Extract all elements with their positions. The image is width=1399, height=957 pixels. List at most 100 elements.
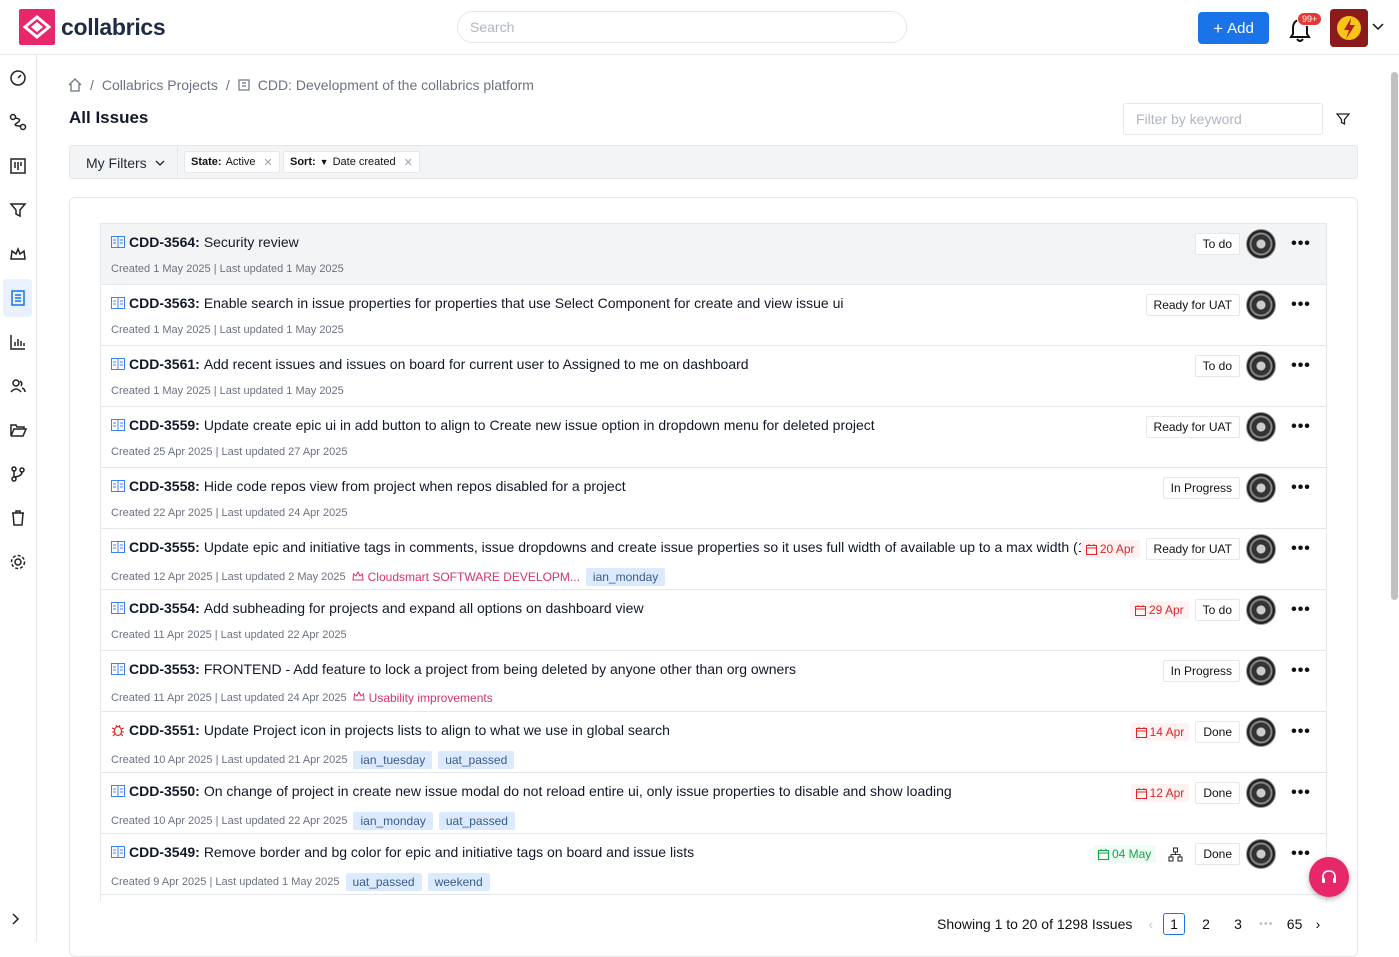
status-badge[interactable]: Done xyxy=(1195,782,1240,804)
more-options-icon[interactable]: ••• xyxy=(1290,662,1312,680)
close-icon[interactable]: ✕ xyxy=(264,156,273,169)
my-filters-dropdown[interactable]: My Filters xyxy=(86,155,165,171)
page-3[interactable]: 3 xyxy=(1227,913,1249,935)
status-badge[interactable]: Ready for UAT xyxy=(1145,416,1240,438)
prev-page-chevron-left-icon[interactable]: ‹ xyxy=(1148,916,1153,932)
status-badge[interactable]: Done xyxy=(1195,721,1240,743)
status-badge[interactable]: In Progress xyxy=(1162,477,1240,499)
label-tag[interactable]: uat_passed xyxy=(438,812,515,830)
more-options-icon[interactable]: ••• xyxy=(1290,845,1312,863)
assignee-avatar[interactable] xyxy=(1246,229,1276,259)
sidebar-item-epics[interactable] xyxy=(3,235,32,273)
label-tag[interactable]: uat_passed xyxy=(345,873,422,891)
assignee-avatar[interactable] xyxy=(1246,717,1276,747)
sidebar-item-settings[interactable] xyxy=(3,543,32,581)
issue-row[interactable]: CDD-3563: Enable search in issue propert… xyxy=(101,285,1326,346)
sidebar-item-projects[interactable] xyxy=(3,411,32,449)
issue-title[interactable]: CDD-3563: Enable search in issue propert… xyxy=(111,295,844,311)
more-options-icon[interactable]: ••• xyxy=(1290,784,1312,802)
more-options-icon[interactable]: ••• xyxy=(1290,479,1312,497)
issue-title[interactable]: CDD-3564: Security review xyxy=(111,234,299,250)
support-headset-button[interactable] xyxy=(1309,857,1349,897)
issue-row[interactable]: CDD-3551: Update Project icon in project… xyxy=(101,712,1326,773)
assignee-avatar[interactable] xyxy=(1246,656,1276,686)
funnel-icon[interactable] xyxy=(1335,112,1351,131)
issue-title[interactable]: CDD-3553: FRONTEND - Add feature to lock… xyxy=(111,661,796,677)
global-search-input[interactable] xyxy=(457,11,907,43)
status-badge[interactable]: Ready for UAT xyxy=(1145,294,1240,316)
page-last[interactable]: 65 xyxy=(1284,913,1306,935)
label-tag[interactable]: ian_monday xyxy=(353,812,433,830)
sidebar-item-trash[interactable] xyxy=(3,499,32,537)
more-options-icon[interactable]: ••• xyxy=(1290,357,1312,375)
issue-title[interactable]: CDD-3561: Add recent issues and issues o… xyxy=(111,356,749,372)
status-badge[interactable]: Done xyxy=(1195,843,1240,865)
more-options-icon[interactable]: ••• xyxy=(1290,540,1312,558)
assignee-avatar[interactable] xyxy=(1246,778,1276,808)
issue-row[interactable]: CDD-3558: Hide code repos view from proj… xyxy=(101,468,1326,529)
assignee-avatar[interactable] xyxy=(1246,473,1276,503)
sidebar-item-reports[interactable] xyxy=(3,323,32,361)
more-options-icon[interactable]: ••• xyxy=(1290,235,1312,253)
issue-row[interactable]: CDD-3549: Remove border and bg color for… xyxy=(101,834,1326,895)
assignee-avatar[interactable] xyxy=(1246,595,1276,625)
user-avatar[interactable] xyxy=(1330,9,1368,47)
sidebar-item-board[interactable] xyxy=(3,147,32,185)
next-page-chevron-right-icon[interactable]: › xyxy=(1316,916,1321,932)
status-badge[interactable]: To do xyxy=(1194,233,1240,255)
label-tag[interactable]: ian_monday xyxy=(585,568,666,586)
user-menu-chevron-down-icon[interactable] xyxy=(1371,20,1385,39)
epic-tag[interactable]: Usability improvements xyxy=(353,690,493,705)
status-badge[interactable]: To do xyxy=(1194,355,1240,377)
more-options-icon[interactable]: ••• xyxy=(1290,601,1312,619)
more-options-icon[interactable]: ••• xyxy=(1290,418,1312,436)
breadcrumb-project[interactable]: CDD: Development of the collabrics platf… xyxy=(258,77,534,93)
breadcrumb-collabrics-projects[interactable]: Collabrics Projects xyxy=(102,77,218,93)
issue-title[interactable]: CDD-3555: Update epic and initiative tag… xyxy=(111,539,1121,555)
assignee-avatar[interactable] xyxy=(1246,290,1276,320)
sidebar-expand-chevron-right-icon[interactable] xyxy=(9,912,23,931)
issue-row[interactable]: CDD-3553: FRONTEND - Add feature to lock… xyxy=(101,651,1326,712)
scrollbar-thumb[interactable] xyxy=(1391,72,1398,600)
epic-tag[interactable]: Cloudsmart SOFTWARE DEVELOPM... xyxy=(352,570,580,585)
issue-title[interactable]: CDD-3559: Update create epic ui in add b… xyxy=(111,417,875,433)
keyword-filter-input[interactable] xyxy=(1123,103,1323,135)
issue-title[interactable]: CDD-3551: Update Project icon in project… xyxy=(111,722,670,738)
issue-title[interactable]: CDD-3550: On change of project in create… xyxy=(111,783,952,799)
pagination-ellipsis[interactable]: ••• xyxy=(1259,918,1274,930)
assignee-avatar[interactable] xyxy=(1246,351,1276,381)
label-tag[interactable]: uat_passed xyxy=(438,751,515,769)
close-icon[interactable]: ✕ xyxy=(404,156,413,169)
hierarchy-icon[interactable] xyxy=(1168,846,1183,862)
status-badge[interactable]: In Progress xyxy=(1162,660,1240,682)
sidebar-item-users[interactable] xyxy=(3,367,32,405)
home-icon[interactable] xyxy=(68,78,82,92)
issue-title[interactable]: CDD-3558: Hide code repos view from proj… xyxy=(111,478,626,494)
sort-filter-chip[interactable]: Sort: ▼ Date created ✕ xyxy=(283,151,420,173)
page-1[interactable]: 1 xyxy=(1163,913,1186,935)
issue-row[interactable]: CDD-3559: Update create epic ui in add b… xyxy=(101,407,1326,468)
issue-row[interactable]: CDD-3554: Add subheading for projects an… xyxy=(101,590,1326,651)
state-filter-chip[interactable]: State: Active ✕ xyxy=(184,151,280,173)
app-logo[interactable]: collabrics xyxy=(19,9,166,45)
issue-title[interactable]: CDD-3554: Add subheading for projects an… xyxy=(111,600,644,616)
sidebar-item-repos[interactable] xyxy=(3,455,32,493)
add-button[interactable]: + Add xyxy=(1198,12,1269,44)
issue-row[interactable]: CDD-3561: Add recent issues and issues o… xyxy=(101,346,1326,407)
assignee-avatar[interactable] xyxy=(1246,534,1276,564)
issue-row[interactable]: CDD-3555: Update epic and initiative tag… xyxy=(101,529,1326,590)
label-tag[interactable]: weekend xyxy=(427,873,490,891)
more-options-icon[interactable]: ••• xyxy=(1290,723,1312,741)
sidebar-item-workflow[interactable] xyxy=(3,103,32,141)
status-badge[interactable]: To do xyxy=(1194,599,1240,621)
assignee-avatar[interactable] xyxy=(1246,839,1276,869)
issue-title[interactable]: CDD-3549: Remove border and bg color for… xyxy=(111,844,694,860)
sidebar-item-dashboard[interactable] xyxy=(3,59,32,97)
more-options-icon[interactable]: ••• xyxy=(1290,296,1312,314)
sidebar-item-filters[interactable] xyxy=(3,191,32,229)
label-tag[interactable]: ian_tuesday xyxy=(353,751,433,769)
sidebar-item-issues[interactable] xyxy=(3,279,32,317)
issue-row[interactable]: CDD-3550: On change of project in create… xyxy=(101,773,1326,834)
page-2[interactable]: 2 xyxy=(1195,913,1217,935)
issue-row[interactable]: CDD-3564: Security review Created 1 May … xyxy=(101,224,1326,285)
